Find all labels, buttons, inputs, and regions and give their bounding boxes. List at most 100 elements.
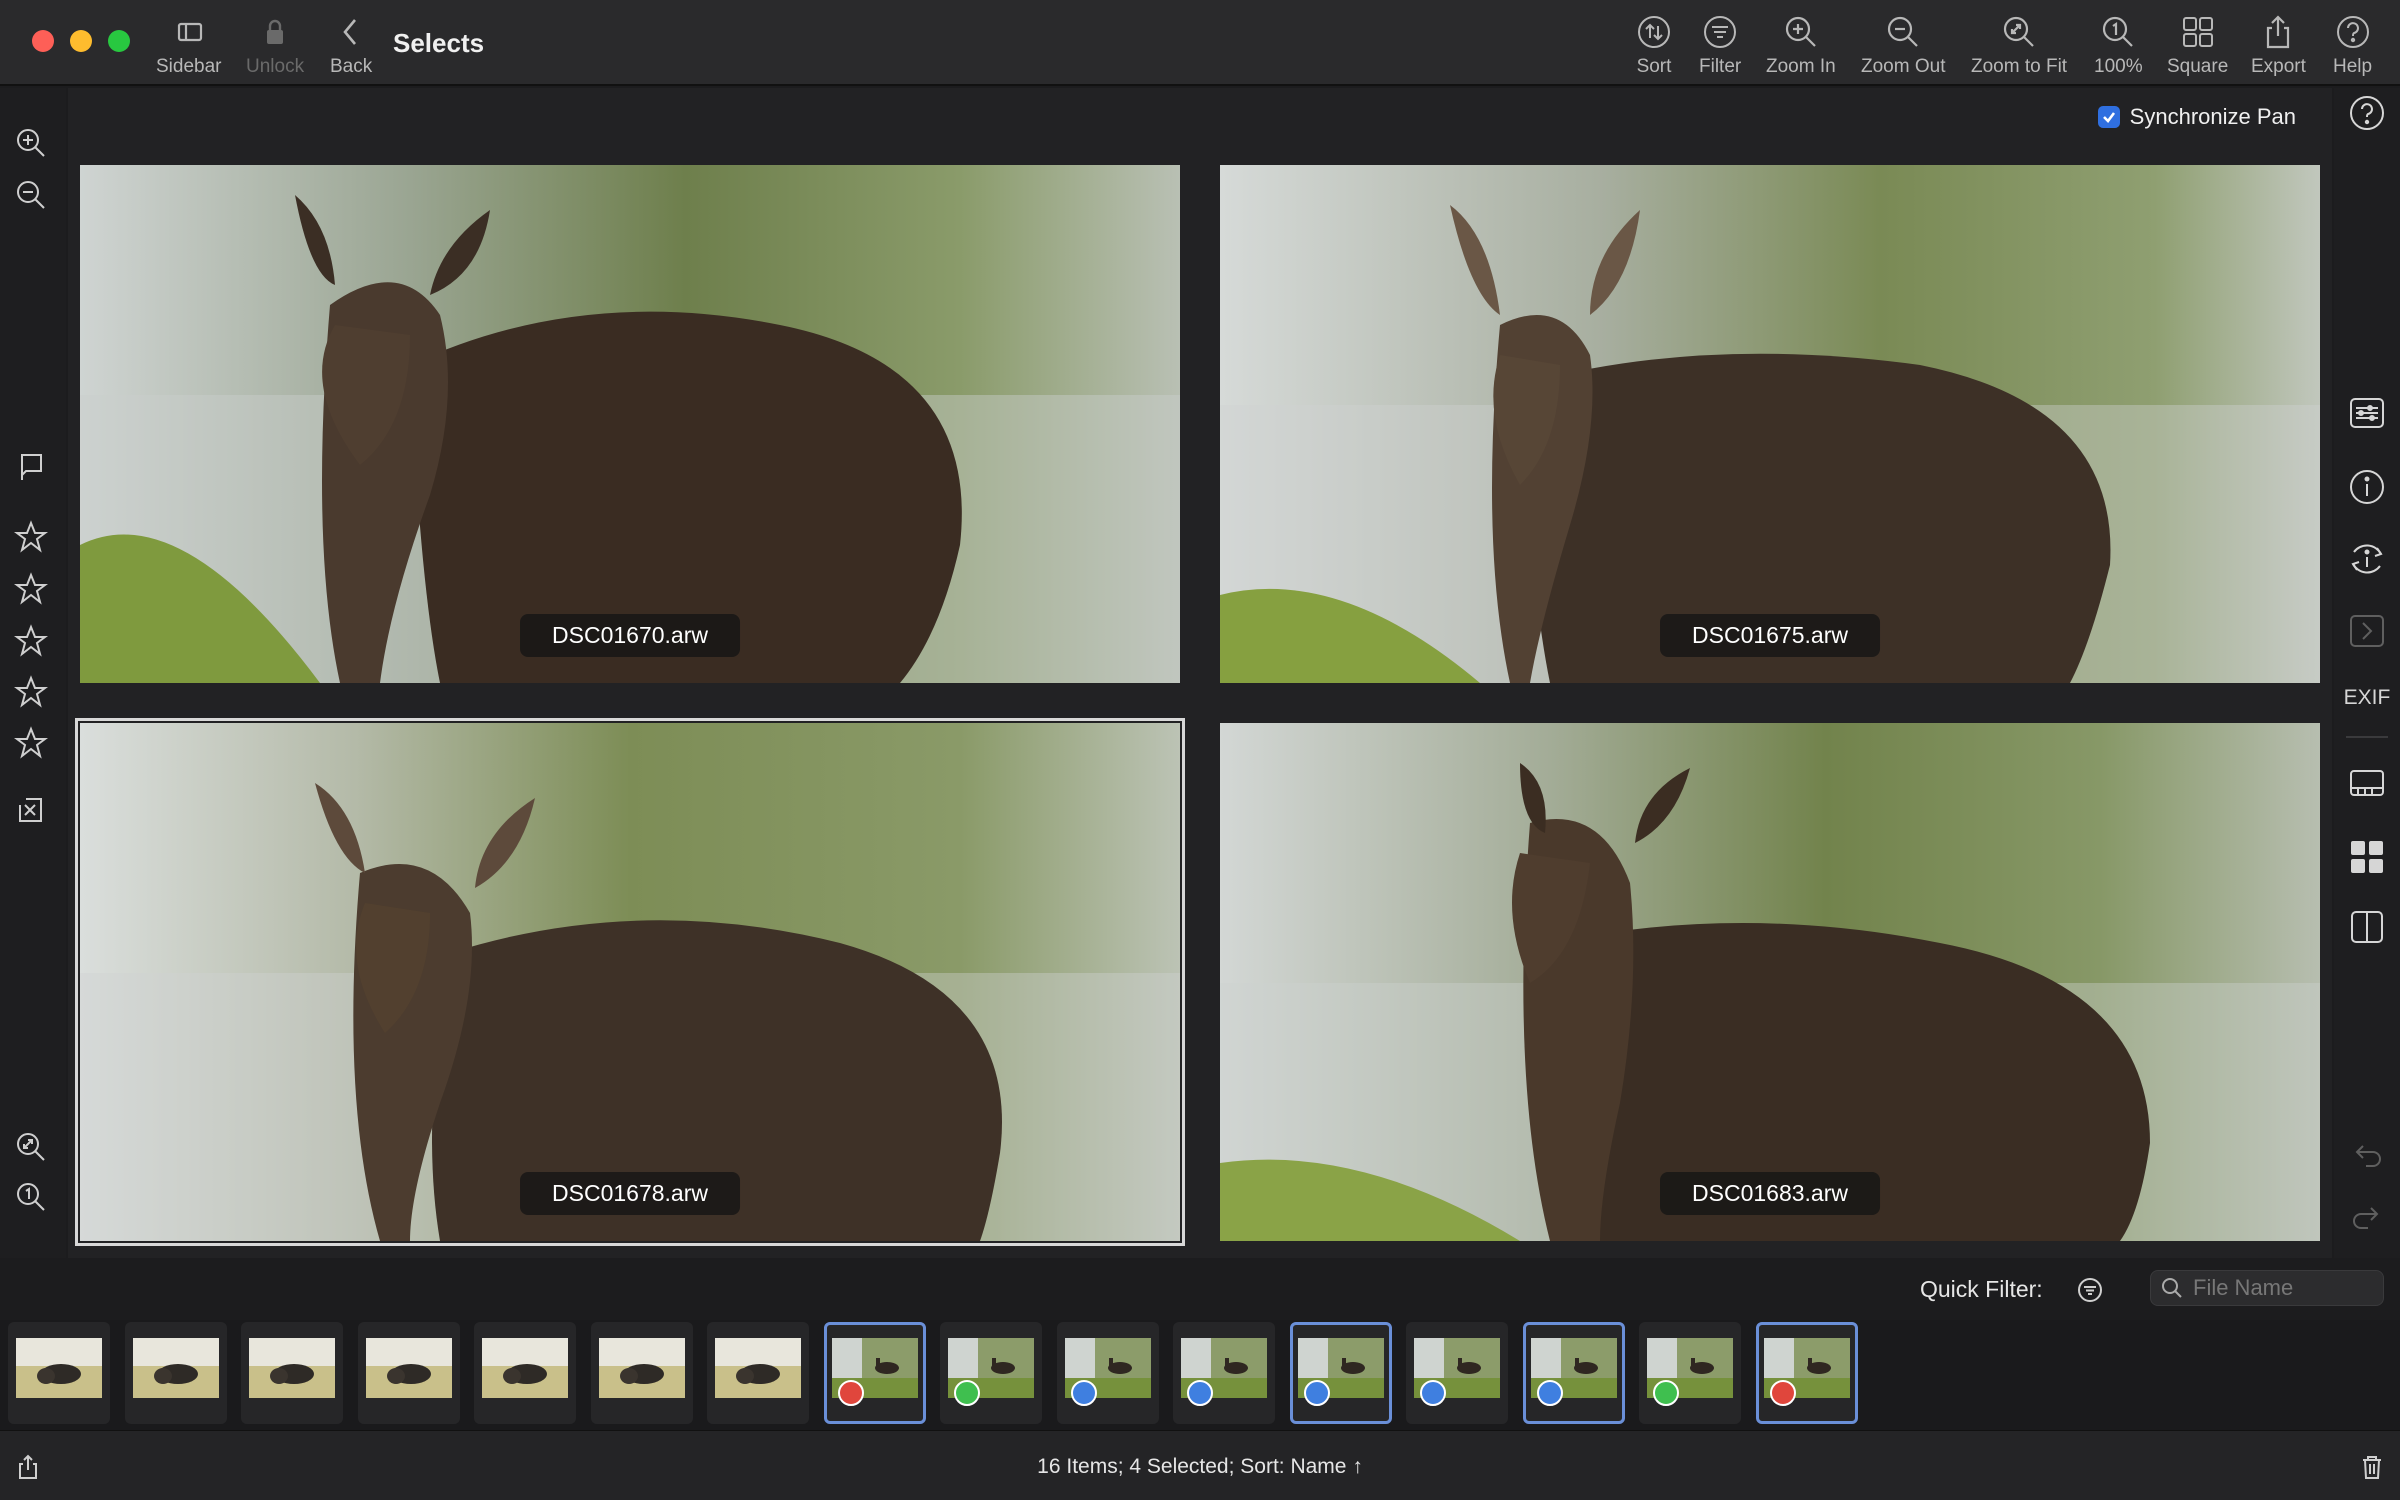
filmstrip-thumbnail[interactable] <box>8 1322 110 1424</box>
delete-button[interactable] <box>2358 1453 2386 1481</box>
sliders-icon <box>2350 398 2384 428</box>
zoom-in-icon <box>17 129 45 157</box>
zoom-out-tool[interactable] <box>14 178 48 212</box>
export-button-label: Export <box>2251 56 2306 77</box>
left-tool-bar <box>0 88 66 1258</box>
filmstrip-thumbnail[interactable] <box>241 1322 343 1424</box>
zoom-in-icon <box>1785 16 1816 47</box>
grid-layout-button[interactable] <box>2348 838 2386 876</box>
quick-filter-options-button[interactable] <box>2074 1274 2106 1306</box>
synchronize-pan-checkbox[interactable] <box>2097 106 2120 128</box>
filmstrip <box>0 1320 2400 1430</box>
redo-icon <box>2353 1207 2379 1229</box>
zoom-out-button[interactable]: Zoom Out <box>1861 14 1945 78</box>
share-icon <box>2267 15 2290 49</box>
photo-panel[interactable]: DSC01678.arw <box>75 718 1185 1246</box>
synchronize-pan-toggle[interactable]: Synchronize Pan <box>2097 104 2296 130</box>
filmstrip-layout-button[interactable] <box>2348 764 2386 802</box>
photo-panel[interactable]: DSC01683.arw <box>1220 723 2320 1241</box>
filter-button-label: Filter <box>1699 56 1742 77</box>
color-label-dot <box>954 1380 980 1406</box>
filmstrip-thumbnail[interactable] <box>124 1322 227 1424</box>
adjustments-button[interactable] <box>2348 394 2386 432</box>
moose-photo <box>1220 165 2320 683</box>
filmstrip-thumbnail[interactable] <box>1406 1322 1508 1424</box>
zoom-to-fit-button[interactable]: Zoom to Fit <box>1971 14 2067 78</box>
zoom-100-button[interactable]: 100% <box>2094 14 2143 78</box>
bison-thumbnail-image <box>249 1338 335 1398</box>
info-icon <box>2350 470 2384 504</box>
redo-button[interactable] <box>2348 1198 2386 1236</box>
chevron-left-icon <box>343 19 357 45</box>
square-button[interactable]: Square <box>2167 14 2228 78</box>
rating-star-5[interactable] <box>14 726 48 760</box>
photo-filename: DSC01670.arw <box>520 614 740 657</box>
exif-button[interactable]: EXIF <box>2342 686 2392 710</box>
filmstrip-thumbnail[interactable] <box>1289 1322 1392 1424</box>
color-label-dot <box>1070 1380 1097 1406</box>
help-icon <box>2336 16 2369 48</box>
bison-thumbnail-image <box>715 1338 801 1398</box>
star-icon <box>14 572 48 605</box>
unlock-button-label: Unlock <box>246 56 305 77</box>
zoom-to-fit-tool[interactable] <box>14 1130 48 1164</box>
flag-button[interactable] <box>14 450 48 484</box>
star-icon <box>14 726 48 759</box>
color-label-dot <box>1769 1380 1796 1406</box>
rating-star-3[interactable] <box>14 624 48 658</box>
filmstrip-thumbnail[interactable] <box>1639 1322 1741 1424</box>
sort-icon <box>1638 16 1670 48</box>
quick-filter-bar: Quick Filter: <box>0 1258 2400 1320</box>
sidebar-button[interactable]: Sidebar <box>156 14 222 78</box>
rating-star-1[interactable] <box>14 520 48 554</box>
color-label-dot <box>837 1380 864 1406</box>
rating-star-4[interactable] <box>14 675 48 709</box>
filmstrip-thumbnail[interactable] <box>474 1322 576 1424</box>
back-button[interactable]: Back <box>330 14 372 78</box>
unlock-button[interactable]: Unlock <box>246 14 304 78</box>
help-button[interactable]: Help <box>2333 14 2372 78</box>
help-button[interactable] <box>2348 94 2386 132</box>
filmstrip-thumbnail[interactable] <box>590 1322 693 1424</box>
undo-button[interactable] <box>2348 1136 2386 1174</box>
help-button-label: Help <box>2333 56 2373 77</box>
reject-icon <box>19 798 42 822</box>
rating-star-2[interactable] <box>14 572 48 606</box>
filmstrip-thumbnail[interactable] <box>1056 1322 1159 1424</box>
filmstrip-thumbnail[interactable] <box>1522 1322 1625 1424</box>
zoom-in-button[interactable]: Zoom In <box>1766 14 1836 78</box>
sidebar-button-label: Sidebar <box>156 56 222 77</box>
sort-button[interactable]: Sort <box>1636 14 1672 78</box>
filmstrip-thumbnail[interactable] <box>940 1322 1042 1424</box>
zoom-window-button[interactable] <box>108 30 130 52</box>
title-bar: Sidebar Unlock Back Selects Sort Filter … <box>0 0 2400 86</box>
reject-button[interactable] <box>14 793 48 827</box>
next-panel-button[interactable] <box>2348 612 2386 650</box>
lock-icon <box>267 19 284 44</box>
filmstrip-thumbnail[interactable] <box>1755 1322 1858 1424</box>
close-window-button[interactable] <box>32 30 54 52</box>
right-tool-bar: EXIF <box>2334 88 2400 1258</box>
square-button-label: Square <box>2167 56 2229 77</box>
filmstrip-thumbnail[interactable] <box>823 1322 926 1424</box>
export-button[interactable]: Export <box>2251 14 2306 78</box>
minimize-window-button[interactable] <box>70 30 92 52</box>
info-button[interactable] <box>2348 468 2386 506</box>
filmstrip-thumbnail[interactable] <box>707 1322 809 1424</box>
photo-panel[interactable]: DSC01670.arw <box>80 165 1180 683</box>
compare-view: Synchronize Pan DSC01670.arw DSC01675.ar… <box>68 88 2332 1258</box>
file-name-search[interactable] <box>2150 1270 2384 1306</box>
photo-panel[interactable]: DSC01675.arw <box>1220 165 2320 683</box>
zoom-in-tool[interactable] <box>14 126 48 160</box>
filmstrip-thumbnail[interactable] <box>1173 1322 1275 1424</box>
file-name-search-input[interactable] <box>2193 1275 2373 1301</box>
square-grid-icon <box>2182 17 2213 47</box>
compare-info-button[interactable] <box>2348 540 2386 578</box>
filter-button[interactable]: Filter <box>1699 14 1741 78</box>
bison-thumbnail-image <box>598 1338 685 1398</box>
moose-photo <box>1220 723 2320 1241</box>
split-layout-button[interactable] <box>2348 908 2386 946</box>
trash-icon <box>2363 1456 2381 1479</box>
filmstrip-thumbnail[interactable] <box>357 1322 460 1424</box>
zoom-100-tool[interactable] <box>14 1180 48 1214</box>
